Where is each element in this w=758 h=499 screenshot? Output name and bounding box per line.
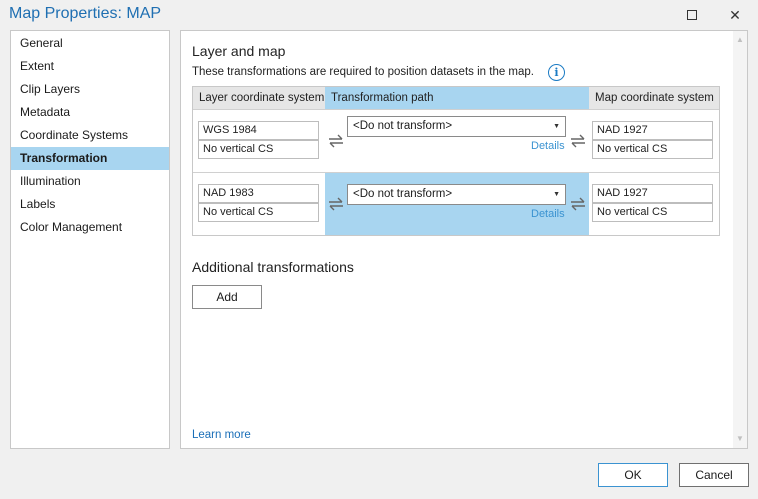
scroll-up-icon[interactable]: ▲ <box>733 33 747 47</box>
swap-arrows-icon <box>329 134 343 148</box>
sidebar-item-transformation[interactable]: Transformation <box>11 147 169 170</box>
sidebar-item-clip-layers[interactable]: Clip Layers <box>11 78 169 101</box>
layer-cs-field: WGS 1984 <box>198 121 319 140</box>
table-row: NAD 1983 No vertical CS <Do not transfor… <box>193 172 719 235</box>
window-title: Map Properties: MAP <box>9 5 162 22</box>
scroll-down-icon[interactable]: ▼ <box>733 432 747 446</box>
sidebar-item-labels[interactable]: Labels <box>11 193 169 216</box>
swap-arrows-icon <box>329 197 343 211</box>
transformation-path-dropdown[interactable]: <Do not transform> ▼ <box>347 116 566 137</box>
column-header-layer-cs: Layer coordinate system <box>193 87 325 109</box>
dropdown-value: <Do not transform> <box>353 188 453 200</box>
map-cs-field: NAD 1927 <box>592 121 713 140</box>
sidebar-item-extent[interactable]: Extent <box>11 55 169 78</box>
map-vcs-field: No vertical CS <box>592 203 713 222</box>
column-header-map-cs: Map coordinate system <box>589 87 719 109</box>
dropdown-value: <Do not transform> <box>353 120 453 132</box>
section-title-layer-and-map: Layer and map <box>192 43 286 59</box>
transformation-path-dropdown[interactable]: <Do not transform> ▼ <box>347 184 566 205</box>
close-icon: ✕ <box>729 6 741 23</box>
chevron-down-icon: ▼ <box>553 191 560 198</box>
sidebar-item-color-management[interactable]: Color Management <box>11 216 169 239</box>
ok-button[interactable]: OK <box>598 463 668 487</box>
sidebar-item-general[interactable]: General <box>11 32 169 55</box>
sidebar-item-coordinate-systems[interactable]: Coordinate Systems <box>11 124 169 147</box>
learn-more-link[interactable]: Learn more <box>192 429 251 441</box>
transformation-panel: ▲ ▼ Layer and map These transformations … <box>180 30 748 449</box>
close-button[interactable]: ✕ <box>724 4 746 26</box>
section-description: These transformations are required to po… <box>192 66 534 78</box>
sidebar: General Extent Clip Layers Metadata Coor… <box>10 30 170 449</box>
table-row: WGS 1984 No vertical CS <Do not transfor… <box>193 109 719 171</box>
maximize-icon <box>687 10 697 20</box>
maximize-button[interactable] <box>681 4 703 26</box>
layer-vcs-field: No vertical CS <box>198 203 319 222</box>
sidebar-item-illumination[interactable]: Illumination <box>11 170 169 193</box>
title-bar: Map Properties: MAP ✕ <box>0 0 758 30</box>
map-cs-field: NAD 1927 <box>592 184 713 203</box>
section-title-additional-transformations: Additional transformations <box>192 259 354 275</box>
swap-arrows-icon <box>571 134 585 148</box>
column-header-transformation-path: Transformation path <box>325 87 589 109</box>
layer-cs-field: NAD 1983 <box>198 184 319 203</box>
info-icon[interactable]: i <box>548 64 565 81</box>
sidebar-item-metadata[interactable]: Metadata <box>11 101 169 124</box>
vertical-scrollbar[interactable]: ▲ ▼ <box>733 31 747 448</box>
cancel-button[interactable]: Cancel <box>679 463 749 487</box>
details-link[interactable]: Details <box>531 208 565 220</box>
details-link[interactable]: Details <box>531 140 565 152</box>
map-vcs-field: No vertical CS <box>592 140 713 159</box>
add-button[interactable]: Add <box>192 285 262 309</box>
transformation-table: Layer coordinate system Transformation p… <box>192 86 720 236</box>
chevron-down-icon: ▼ <box>553 123 560 130</box>
layer-vcs-field: No vertical CS <box>198 140 319 159</box>
swap-arrows-icon <box>571 197 585 211</box>
